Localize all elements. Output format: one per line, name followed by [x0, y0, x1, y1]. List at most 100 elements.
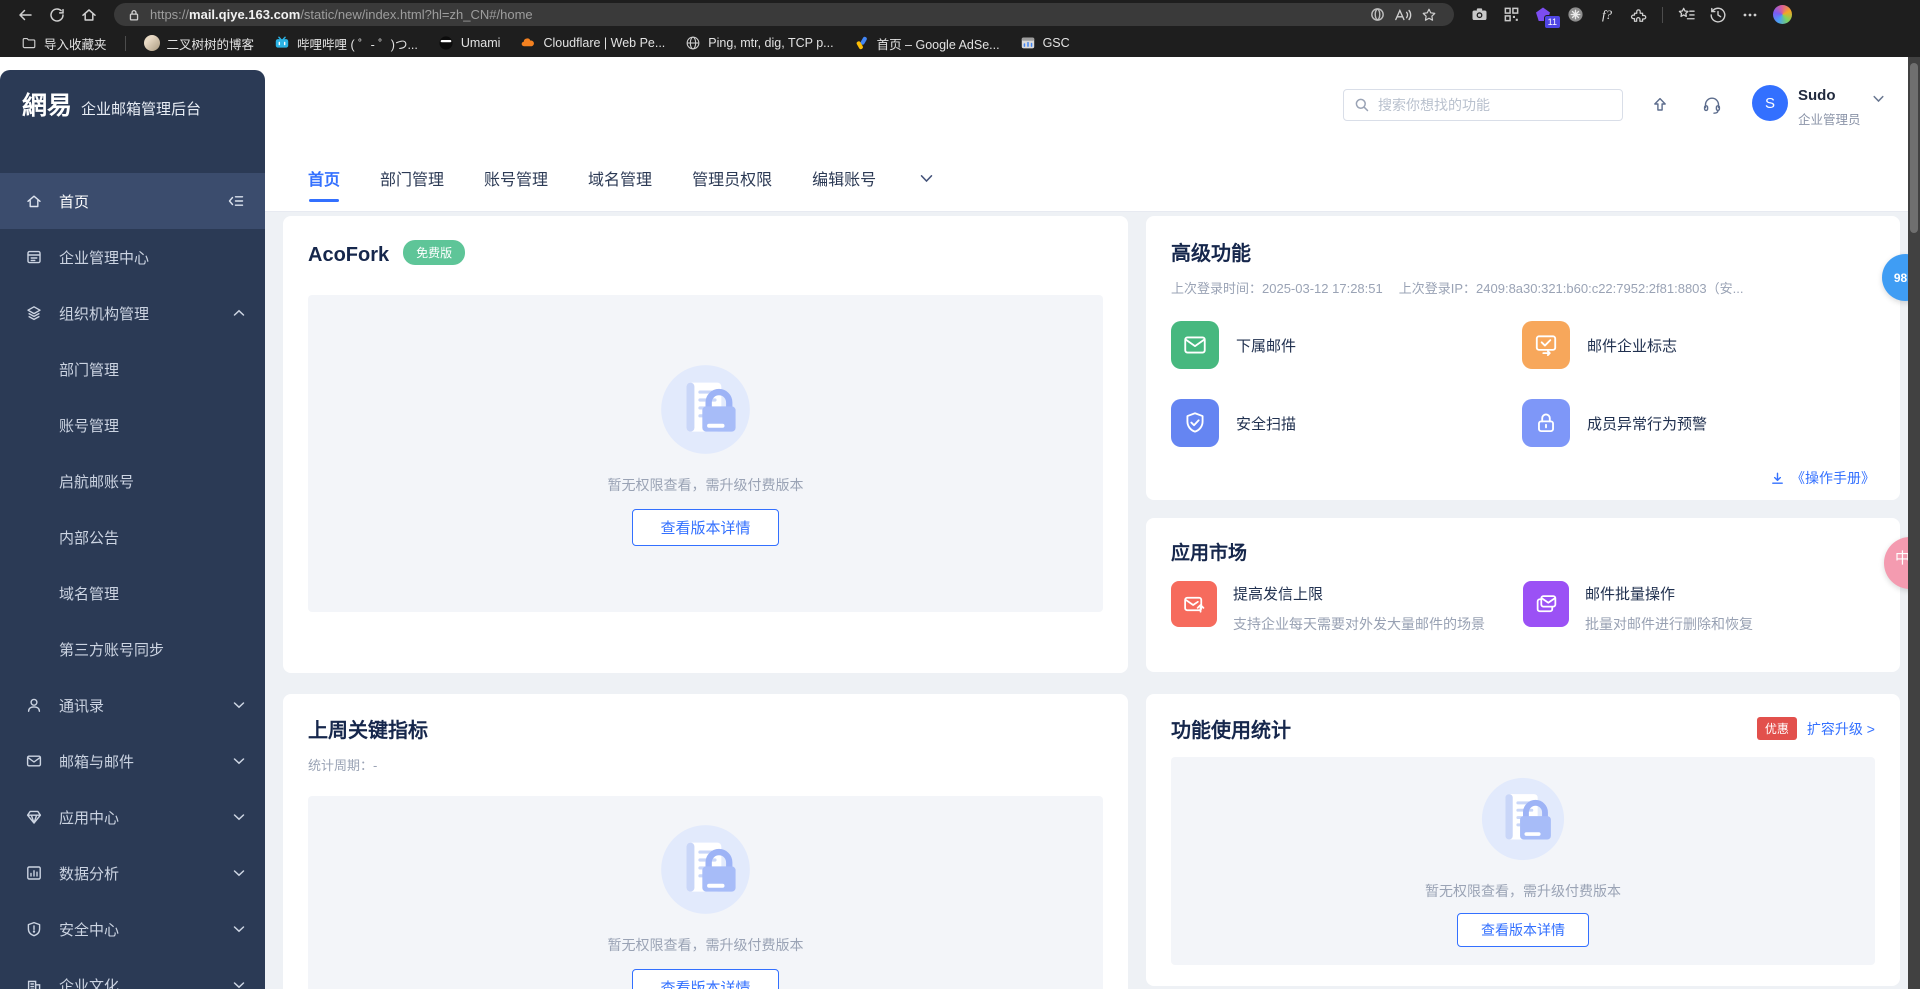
locked-message: 暂无权限查看，需升级付费版本 [1425, 883, 1621, 899]
user-avatar[interactable]: S [1752, 85, 1788, 121]
bookmark-adsense[interactable]: 首页 – Google AdSe... [845, 31, 1009, 56]
last-login-info: 上次登录时间：2025-03-12 17:28:51 上次登录IP：2409:8a… [1171, 281, 1744, 296]
sidebar-item-internal-notice[interactable]: 内部公告 [0, 509, 265, 565]
bilibili-icon [275, 36, 289, 48]
reload-icon[interactable] [42, 3, 72, 27]
cloudflare-icon [522, 38, 535, 47]
sidebar-item-contacts[interactable]: 通讯录 [0, 677, 265, 733]
favorite-star-icon[interactable] [1416, 5, 1442, 25]
sidebar-nav: 首页 企业管理中心 组织机构管理 部门管理 账号管理 启航邮账号 内部公告 域名… [0, 173, 265, 989]
copilot-icon[interactable] [1767, 3, 1797, 27]
view-version-details-button[interactable]: 查看版本详情 [632, 969, 779, 989]
bookmark-ping-tools[interactable]: Ping, mtr, dig, TCP p... [676, 32, 842, 54]
user-menu-chevron-icon[interactable] [1873, 95, 1884, 103]
sidebar-item-corporate-culture[interactable]: 企业文化 [0, 957, 265, 989]
acofork-locked-panel: 暂无权限查看，需升级付费版本 查看版本详情 [308, 295, 1103, 612]
tab-home[interactable]: 首页 [308, 145, 340, 211]
function-search[interactable] [1343, 89, 1623, 121]
market-item-sending-limit[interactable]: 提高发信上限 支持企业每天需要对外发大量邮件的场景 [1171, 581, 1523, 634]
tab-domain-management[interactable]: 域名管理 [588, 145, 652, 211]
gsc-icon [1021, 37, 1034, 49]
bookmark-import-favorites[interactable]: 导入收藏夹 [12, 31, 116, 56]
back-icon[interactable] [10, 3, 40, 27]
upload-icon[interactable] [1645, 91, 1675, 119]
headset-support-icon[interactable] [1697, 91, 1727, 119]
sidebar-item-enterprise-center[interactable]: 企业管理中心 [0, 229, 265, 285]
tab-dept-management[interactable]: 部门管理 [380, 145, 444, 211]
sidebar-item-home[interactable]: 首页 [0, 173, 265, 229]
feature-subordinate-mail[interactable]: 下属邮件 [1171, 321, 1522, 369]
sidebar-item-mailbox-mail[interactable]: 邮箱与邮件 [0, 733, 265, 789]
bookmark-gsc[interactable]: GSC [1011, 32, 1079, 54]
layers-icon [24, 304, 44, 322]
sidebar: 網易 企业邮箱管理后台 首页 企业管理中心 组织机构管理 部门管理 账号管理 启… [0, 70, 265, 989]
sidebar-item-app-center[interactable]: 应用中心 [0, 789, 265, 845]
gem-icon [24, 808, 44, 826]
bookmarks-bar: 导入收藏夹 二叉树树的博客 哔哩哔哩 ( ゜- ゜)つ... Umami Clo… [0, 29, 1920, 57]
acofork-title: AcoFork [308, 244, 390, 266]
feature-usage-card: 功能使用统计 优惠 扩容升级 > 暂无权限查看，需升级付费版本 查看版本详情 [1146, 694, 1900, 986]
view-version-details-button[interactable]: 查看版本详情 [632, 508, 779, 546]
page-scrollbar[interactable] [1908, 57, 1920, 989]
sidebar-item-domain-management[interactable]: 域名管理 [0, 565, 265, 621]
sidebar-item-org-management[interactable]: 组织机构管理 [0, 285, 265, 341]
operation-manual-link[interactable]: 《操作手册》 [1770, 468, 1875, 488]
bookmark-bilibili[interactable]: 哔哩哔哩 ( ゜- ゜)つ... [265, 31, 427, 56]
download-icon [1772, 472, 1783, 484]
tab-admin-permissions[interactable]: 管理员权限 [692, 145, 772, 211]
qr-code-icon[interactable] [1496, 3, 1526, 27]
adsense-icon [856, 36, 867, 50]
sidebar-item-dept-management[interactable]: 部门管理 [0, 341, 265, 397]
address-bar[interactable]: https://mail.qiye.163.com/static/new/ind… [114, 3, 1454, 26]
sidebar-item-account-management[interactable]: 账号管理 [0, 397, 265, 453]
chevron-down-icon [233, 757, 245, 765]
market-item-batch-mail-ops[interactable]: 邮件批量操作 批量对邮件进行删除和恢复 [1523, 581, 1875, 634]
app-market-card: 应用市场 提高发信上限 支持企业每天需要对外发大量邮件的场景 邮件批量操作 批量… [1146, 518, 1900, 672]
mail-icon [1171, 321, 1219, 369]
sidebar-item-qihang-account[interactable]: 启航邮账号 [0, 453, 265, 509]
view-version-details-button[interactable]: 查看版本详情 [1457, 913, 1589, 947]
site-lock-icon[interactable] [126, 7, 142, 23]
feature-usage-title: 功能使用统计 [1171, 720, 1291, 742]
extension-icon-gray[interactable] [1560, 3, 1590, 27]
bookmark-umami[interactable]: Umami [429, 32, 510, 54]
bookmark-cloudflare[interactable]: Cloudflare | Web Pe... [511, 32, 674, 54]
more-menu-icon[interactable] [1735, 3, 1765, 27]
locked-document-illustration [658, 362, 753, 457]
history-icon[interactable] [1703, 3, 1733, 27]
expand-upgrade-link[interactable]: 扩容升级 > [1807, 719, 1875, 739]
feature-security-scan[interactable]: 安全扫描 [1171, 399, 1522, 447]
home-icon [24, 192, 44, 210]
scrollbar-thumb[interactable] [1910, 63, 1918, 233]
feature-mail-brand-logo[interactable]: 邮件企业标志 [1522, 321, 1875, 369]
last-login-time: 2025-03-12 17:28:51 [1262, 281, 1383, 296]
metrics-locked-panel: 暂无权限查看，需升级付费版本 查看版本详情 [308, 796, 1103, 989]
search-input[interactable] [1378, 97, 1612, 113]
extensions-puzzle-icon[interactable] [1624, 3, 1654, 27]
app-title: 企业邮箱管理后台 [81, 101, 202, 118]
collapse-sidebar-icon[interactable] [227, 192, 245, 210]
bookmark-blog[interactable]: 二叉树树的博客 [135, 31, 264, 56]
feature-abnormal-behavior-alert[interactable]: 成员异常行为预警 [1522, 399, 1875, 447]
chevron-down-icon [233, 869, 245, 877]
tab-edit-account[interactable]: 编辑账号 [812, 145, 876, 211]
web-capture-icon[interactable] [1464, 3, 1494, 27]
person-icon [24, 696, 44, 714]
translate-icon[interactable] [1364, 5, 1390, 25]
home-icon[interactable] [74, 3, 104, 27]
tab-account-management[interactable]: 账号管理 [484, 145, 548, 211]
read-aloud-icon[interactable] [1390, 5, 1416, 25]
umami-icon [439, 36, 453, 50]
mail-check-icon [1522, 321, 1570, 369]
sidebar-item-third-party-sync[interactable]: 第三方账号同步 [0, 621, 265, 677]
favorites-list-icon[interactable] [1671, 3, 1701, 27]
extension-icon-purple[interactable]: 11 [1528, 3, 1561, 29]
shield-icon [24, 920, 44, 938]
extension-icon-script[interactable]: f? [1592, 3, 1622, 27]
tabs-dropdown-icon[interactable] [920, 174, 933, 183]
sidebar-item-security-center[interactable]: 安全中心 [0, 901, 265, 957]
folder-icon [22, 37, 36, 49]
advanced-features-grid: 下属邮件 邮件企业标志 安全扫描 成员异常行为预警 [1171, 321, 1875, 447]
chevron-down-icon [233, 813, 245, 821]
sidebar-item-data-analysis[interactable]: 数据分析 [0, 845, 265, 901]
